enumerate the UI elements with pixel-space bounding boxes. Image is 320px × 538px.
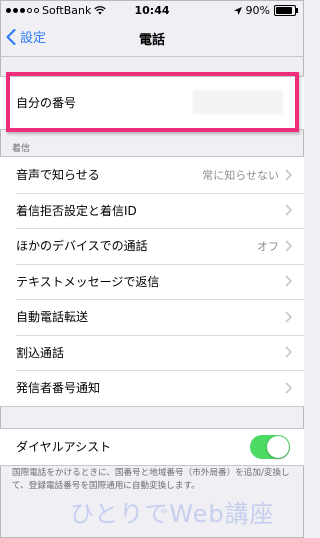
highlight-box (6, 72, 299, 132)
incoming-section-header: 着信 (12, 144, 31, 154)
dial-assist-group: ダイヤルアシスト (0, 428, 304, 466)
dial-assist-label: ダイヤルアシスト (16, 440, 112, 455)
row-label: 自動電話転送 (16, 310, 89, 325)
row-label: 音声で知らせる (16, 168, 100, 183)
reply-with-message-row[interactable]: テキストメッセージで返信 (0, 263, 304, 300)
navigation-bar: 設定 電話 (0, 20, 304, 57)
status-bar: SoftBank 10:44 90% (0, 0, 304, 20)
battery-percentage: 90% (245, 4, 270, 17)
chevron-right-icon (285, 311, 292, 323)
chevron-right-icon (285, 382, 292, 394)
call-waiting-row[interactable]: 割込通話 (0, 334, 304, 371)
row-label: テキストメッセージで返信 (16, 274, 160, 289)
announce-calls-row[interactable]: 音声で知らせる 常に知らせない (0, 157, 304, 193)
chevron-right-icon (285, 204, 292, 216)
status-right: 90% (233, 4, 298, 17)
location-arrow-icon (233, 6, 242, 15)
page-title: 電話 (138, 33, 165, 48)
row-label: ほかのデバイスでの通話 (16, 239, 148, 254)
incoming-settings-group: 音声で知らせる 常に知らせない 着信拒否設定と着信ID ほかのデバイスでの通話 … (0, 156, 304, 407)
watermark-logo: ひとりでWeb講座 (70, 500, 275, 528)
battery-icon (274, 5, 298, 16)
chevron-right-icon (285, 240, 292, 252)
dial-assist-footer: 国際電話をかけるときに、国番号と地域番号（市外局番）を追加/変換して、登録電話番… (12, 468, 290, 491)
dial-assist-toggle[interactable] (250, 434, 290, 459)
chevron-right-icon (285, 346, 292, 358)
caller-id-row[interactable]: 発信者番号通知 (0, 370, 304, 406)
row-label: 着信拒否設定と着信ID (16, 203, 137, 218)
row-value: 常に知らせない (202, 168, 279, 182)
other-devices-row[interactable]: ほかのデバイスでの通話 オフ (0, 228, 304, 264)
row-label: 発信者番号通知 (16, 381, 101, 396)
row-value: オフ (257, 239, 279, 253)
chevron-right-icon (285, 275, 292, 287)
call-blocking-row[interactable]: 着信拒否設定と着信ID (0, 192, 304, 229)
toggle-knob (267, 435, 289, 458)
row-label: 割込通話 (16, 345, 65, 360)
chevron-right-icon (285, 169, 292, 181)
dial-assist-row: ダイヤルアシスト (0, 429, 304, 465)
call-forwarding-row[interactable]: 自動電話転送 (0, 299, 304, 335)
